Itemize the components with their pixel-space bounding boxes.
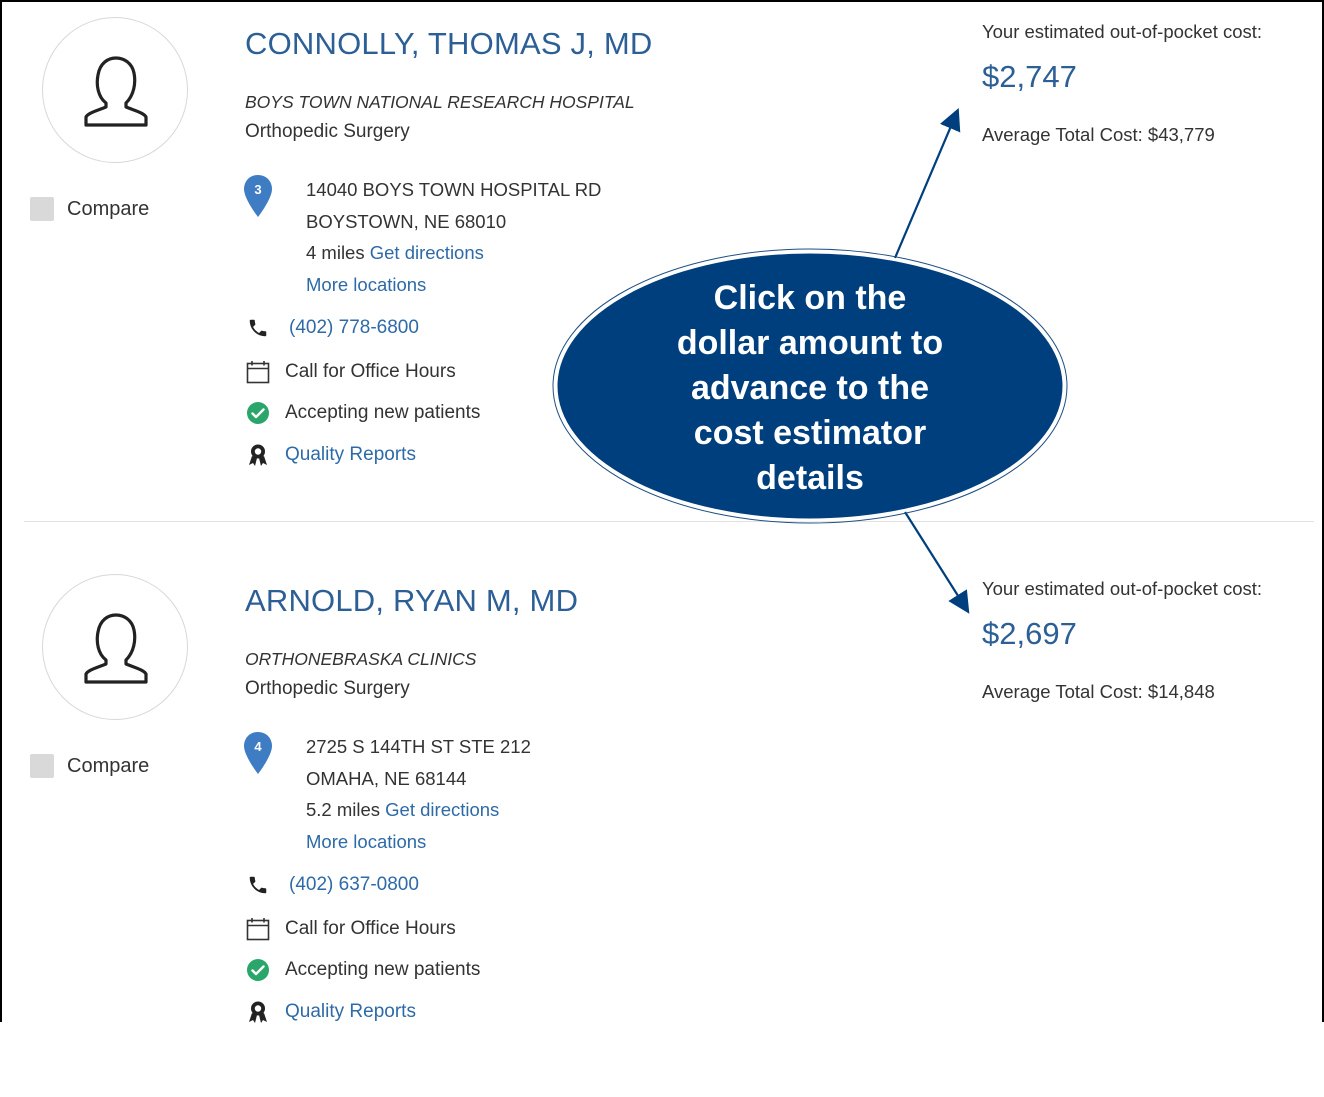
callout-arrow-up: [893, 107, 961, 259]
callout-overlay: [552, 107, 1068, 614]
callout-arrow-down: [904, 511, 970, 614]
callout-text: Click on the dollar amount to advance to…: [560, 276, 1060, 501]
callout-line: advance to the: [690, 369, 930, 407]
callout-line: Click on the: [713, 279, 907, 317]
callout-line: cost estimator: [693, 414, 927, 452]
callout-line: details: [756, 459, 864, 497]
callout-line: dollar amount to: [676, 324, 944, 362]
